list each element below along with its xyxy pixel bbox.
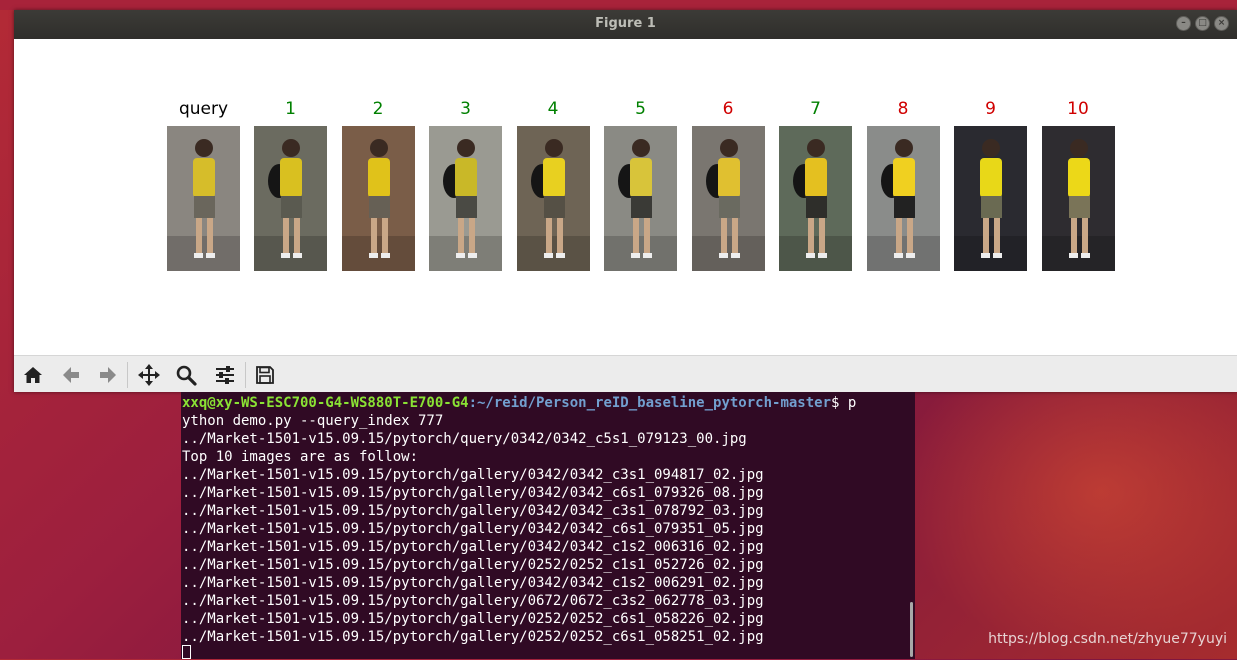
terminal-window[interactable]: xxq@xy-WS-ESC700-G4-WS880T-E700-G4:~/rei… bbox=[181, 392, 915, 659]
result-image bbox=[604, 126, 677, 271]
rank-label: 1 bbox=[285, 99, 296, 119]
back-icon[interactable] bbox=[58, 362, 84, 388]
toolbar-separator bbox=[245, 362, 246, 388]
result-image bbox=[341, 126, 415, 271]
rank-label: 9 bbox=[985, 99, 996, 119]
rank-label: 3 bbox=[460, 99, 471, 119]
desktop-top-panel bbox=[0, 0, 1237, 10]
forward-icon[interactable] bbox=[95, 362, 121, 388]
figure-canvas: query 1 2 3 4 5 6 7 8 9 10 bbox=[14, 39, 1237, 355]
result-image bbox=[954, 126, 1027, 271]
window-controls: – □ × bbox=[1176, 16, 1229, 31]
toolbar-separator bbox=[127, 362, 128, 388]
terminal-output-line: ../Market-1501-v15.09.15/pytorch/gallery… bbox=[182, 485, 764, 501]
rank-label: 4 bbox=[547, 99, 559, 119]
terminal-output-line: ../Market-1501-v15.09.15/pytorch/gallery… bbox=[182, 521, 764, 537]
desktop-wallpaper bbox=[897, 380, 1237, 660]
pan-icon[interactable] bbox=[136, 362, 162, 388]
watermark-text: https://blog.csdn.net/zhyue77yuyi bbox=[988, 631, 1227, 647]
figure-window: Figure 1 – □ × query 1 2 3 4 5 6 7 8 9 10 bbox=[14, 10, 1237, 392]
rank-label: 5 bbox=[635, 99, 646, 119]
terminal-output-line: ../Market-1501-v15.09.15/pytorch/gallery… bbox=[182, 539, 764, 555]
save-icon[interactable] bbox=[252, 362, 278, 388]
result-image bbox=[516, 126, 590, 271]
terminal-output-line: ../Market-1501-v15.09.15/pytorch/gallery… bbox=[182, 629, 764, 645]
terminal-output-line: Top 10 images are as follow: bbox=[182, 449, 419, 465]
minimize-button[interactable]: – bbox=[1176, 16, 1191, 31]
result-image bbox=[254, 126, 327, 271]
terminal-output-line: ../Market-1501-v15.09.15/pytorch/gallery… bbox=[182, 593, 764, 609]
terminal-output-line: ../Market-1501-v15.09.15/pytorch/gallery… bbox=[182, 611, 764, 627]
rank-label: 10 bbox=[1067, 99, 1089, 119]
close-button[interactable]: × bbox=[1214, 16, 1229, 31]
terminal-output-line: ../Market-1501-v15.09.15/pytorch/gallery… bbox=[182, 575, 764, 591]
result-image bbox=[779, 126, 852, 271]
result-image bbox=[1041, 126, 1115, 271]
prompt-command-start: $ p bbox=[831, 395, 857, 411]
matplotlib-toolbar bbox=[14, 355, 1237, 392]
configure-subplots-icon[interactable] bbox=[212, 362, 238, 388]
prompt-path: :~/reid/Person_reID_baseline_pytorch-mas… bbox=[468, 395, 832, 411]
rank-label: 6 bbox=[722, 99, 734, 119]
terminal-output-line: ../Market-1501-v15.09.15/pytorch/gallery… bbox=[182, 467, 764, 483]
prompt-user: xxq@xy-WS-ESC700-G4-WS880T-E700-G4 bbox=[182, 395, 469, 411]
window-titlebar[interactable]: Figure 1 – □ × bbox=[14, 10, 1237, 39]
terminal-cursor bbox=[182, 645, 191, 659]
rank-label: 7 bbox=[810, 99, 821, 119]
rank-label: 2 bbox=[372, 99, 384, 119]
query-label: query bbox=[178, 99, 229, 119]
rank-label: 8 bbox=[897, 99, 909, 119]
maximize-button[interactable]: □ bbox=[1195, 16, 1210, 31]
terminal-prompt-line: xxq@xy-WS-ESC700-G4-WS880T-E700-G4:~/rei… bbox=[182, 394, 856, 412]
terminal-output-line: ../Market-1501-v15.09.15/pytorch/query/0… bbox=[182, 431, 747, 447]
home-icon[interactable] bbox=[20, 362, 46, 388]
terminal-output-line: ../Market-1501-v15.09.15/pytorch/gallery… bbox=[182, 503, 764, 519]
terminal-scrollbar[interactable] bbox=[910, 602, 913, 657]
result-image bbox=[866, 126, 940, 271]
result-image bbox=[691, 126, 765, 271]
zoom-icon[interactable] bbox=[173, 362, 199, 388]
window-title: Figure 1 bbox=[595, 16, 656, 31]
query-image bbox=[167, 126, 240, 271]
result-image bbox=[429, 126, 502, 271]
terminal-output-line: ython demo.py --query_index 777 bbox=[182, 413, 444, 429]
terminal-output-line: ../Market-1501-v15.09.15/pytorch/gallery… bbox=[182, 557, 764, 573]
